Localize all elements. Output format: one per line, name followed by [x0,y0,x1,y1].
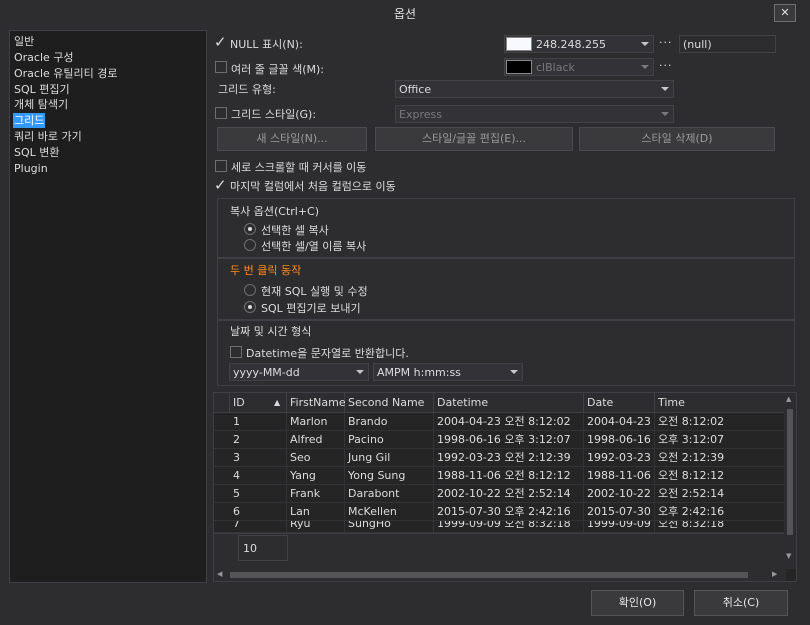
chevron-down-icon [661,87,669,91]
sidebar-item-oracle-config[interactable]: Oracle 구성 [13,50,75,65]
column-header-secondname[interactable]: Second Name [345,393,434,413]
table-row[interactable]: 6 Lan McKellen 2015-07-30 오후 2:42:16 201… [214,503,786,521]
close-button[interactable]: ✕ [774,4,796,22]
sidebar-item-sql-convert[interactable]: SQL 변환 [13,145,61,160]
table-row[interactable]: 3 Seo Jung Gil 1992-03-23 오전 2:12:39 199… [214,449,786,467]
null-display-label: NULL 표시(N): [230,38,303,51]
table-row[interactable]: 5 Frank Darabont 2002-10-22 오전 2:52:14 2… [214,485,786,503]
null-text-input[interactable]: (null) [679,35,776,53]
vertical-scrollbar[interactable]: ▲ ▼ [784,393,796,569]
preview-grid[interactable]: ID ▲ FirstName Second Name Datetime Date … [213,392,797,582]
chevron-down-icon [510,370,518,374]
column-header-time[interactable]: Time [655,393,786,413]
run-sql-radio[interactable] [244,284,256,296]
vertical-scroll-thumb[interactable] [787,409,793,535]
horizontal-scroll-thumb[interactable] [230,572,748,578]
copy-options-title: 복사 옵션(Ctrl+C) [230,205,320,218]
multi-font-color-swatch [506,60,532,74]
copy-options-group: 복사 옵션(Ctrl+C) 선택한 셀 복사 선택한 셀/열 이름 복사 [217,198,795,258]
column-header-firstname[interactable]: FirstName [287,393,346,413]
sidebar-item-plugin[interactable]: Plugin [13,161,49,176]
scroll-right-icon[interactable]: ▶ [772,570,777,578]
grid-type-combo[interactable]: Office [395,80,674,98]
sidebar-item-grid[interactable]: 그리드 [13,113,46,128]
multi-font-color-combo[interactable]: clBlack [504,58,654,76]
null-color-combo[interactable]: 248.248.255 [504,35,654,53]
ok-button[interactable]: 확인(O) [591,590,684,616]
table-row[interactable]: 4 Yang Yong Sung 1988-11-06 오전 8:12:12 1… [214,467,786,485]
double-click-title: 두 번 클릭 동작 [230,264,302,277]
scroll-up-icon[interactable]: ▲ [786,395,791,403]
move-cursor-label: 세로 스크롤할 때 커서를 이동 [231,161,367,174]
chevron-down-icon [661,112,669,116]
datetime-string-label: Datetime을 문자열로 반환합니다. [246,347,409,360]
copy-cells-names-label: 선택한 셀/열 이름 복사 [261,240,367,253]
sidebar-item-object-explorer[interactable]: 개체 탐색기 [13,97,69,112]
scroll-down-icon[interactable]: ▼ [786,552,791,560]
new-style-button[interactable]: 새 스타일(N)... [217,127,367,151]
horizontal-scrollbar[interactable]: ◀ ▶ [214,569,786,581]
grid-style-label: 그리드 스타일(G): [231,108,317,121]
grid-footer-value: 10 [238,535,288,561]
table-row[interactable]: 1 Marlon Brando 2004-04-23 오전 8:12:02 20… [214,413,786,431]
last-to-first-checkbox[interactable]: ✓ [214,178,227,193]
null-color-more-button[interactable]: ··· [659,36,673,49]
sidebar: 일반 Oracle 구성 Oracle 유틸리티 경로 SQL 편집기 개체 탐… [9,30,207,583]
column-header-id[interactable]: ID ▲ [230,393,287,413]
chevron-down-icon [356,370,364,374]
send-to-editor-label: SQL 편집기로 보내기 [261,302,361,315]
sidebar-item-query-shortcuts[interactable]: 쿼리 바로 가기 [13,129,83,144]
multi-font-color-more-button[interactable]: ··· [659,59,673,72]
sidebar-item-general[interactable]: 일반 [13,34,35,49]
time-format-combo[interactable]: AMPM h:mm:ss [373,363,523,381]
copy-cells-radio[interactable] [244,223,256,235]
delete-style-button[interactable]: 스타일 삭제(D) [579,127,775,151]
cancel-button[interactable]: 취소(C) [694,590,788,616]
grid-style-combo[interactable]: Express [395,105,674,123]
grid-header: ID ▲ FirstName Second Name Datetime Date … [214,393,786,413]
send-to-editor-radio[interactable] [244,301,256,313]
datetime-title: 날짜 및 시간 형식 [230,325,312,338]
close-icon: ✕ [780,6,790,19]
date-format-combo[interactable]: yyyy-MM-dd [229,363,369,381]
null-display-checkbox[interactable]: ✓ [214,35,227,50]
grid-indicator-column [214,393,230,413]
window-title: 옵션 [393,7,417,21]
null-color-swatch [506,37,532,51]
grid-type-label: 그리드 유형: [218,83,276,96]
move-cursor-checkbox[interactable] [215,160,227,172]
chevron-down-icon [641,65,649,69]
sidebar-item-oracle-utility-path[interactable]: Oracle 유틸리티 경로 [13,66,119,81]
last-to-first-label: 마지막 컬럼에서 처음 컬럼으로 이동 [230,180,396,193]
multi-font-color-checkbox[interactable] [215,61,227,73]
table-row[interactable]: 7 Ryu SungHo 1999-09-09 오전 8:32:18 1999-… [214,521,786,533]
multi-font-color-label: 여러 줄 글꼴 색(M): [231,63,324,76]
copy-cells-names-radio[interactable] [244,239,256,251]
sidebar-item-sql-editor[interactable]: SQL 편집기 [13,82,71,97]
table-row[interactable]: 2 Alfred Pacino 1998-06-16 오후 3:12:07 19… [214,431,786,449]
double-click-group: 두 번 클릭 동작 현재 SQL 실행 및 수정 SQL 편집기로 보내기 [217,258,795,320]
scroll-left-icon[interactable]: ◀ [217,570,222,578]
edit-style-button[interactable]: 스타일/글꼴 편집(E)... [375,127,573,151]
copy-cells-label: 선택한 셀 복사 [261,224,329,237]
datetime-group: 날짜 및 시간 형식 Datetime을 문자열로 반환합니다. yyyy-MM… [217,320,795,386]
sort-asc-icon: ▲ [274,398,281,407]
grid-footer [214,533,786,569]
chevron-down-icon [641,42,649,46]
column-header-datetime[interactable]: Datetime [434,393,584,413]
run-sql-label: 현재 SQL 실행 및 수정 [261,285,368,298]
datetime-string-checkbox[interactable] [230,346,242,358]
column-header-date[interactable]: Date [584,393,655,413]
grid-style-checkbox[interactable] [215,107,227,119]
